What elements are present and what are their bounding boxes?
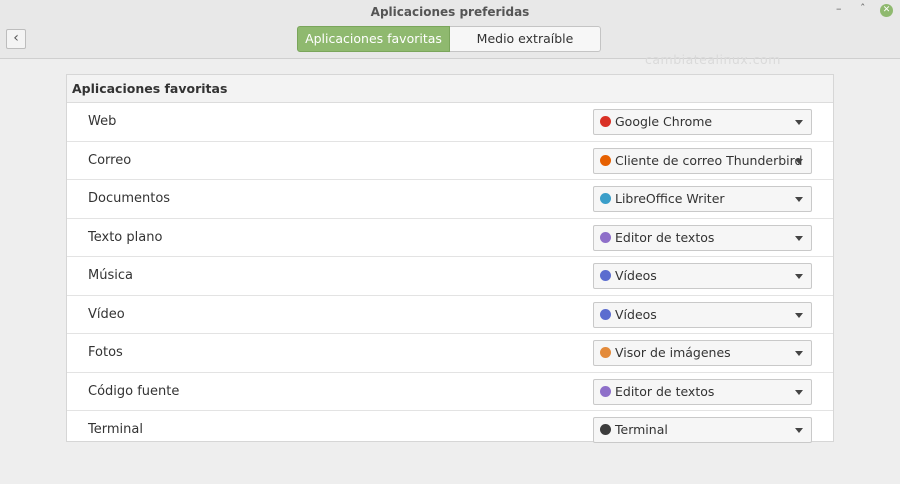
row-label: Texto plano [88, 229, 163, 245]
selected-app: Visor de imágenes [615, 345, 731, 360]
row-label: Música [88, 268, 133, 283]
chevron-down-icon [795, 389, 803, 395]
app-select[interactable]: Visor de imágenes [593, 340, 812, 366]
watermark: cambiatealinux.com [645, 52, 781, 67]
app-select[interactable]: Editor de textos [593, 378, 812, 405]
app-select[interactable]: LibreOffice Writer [593, 186, 812, 212]
image-viewer-icon [600, 347, 611, 358]
app-select[interactable]: Google Chrome [593, 109, 812, 135]
panel-header: Aplicaciones favoritas [67, 75, 833, 103]
chevron-down-icon [795, 235, 803, 241]
favorites-list: Web Google Chrome Correo Cliente de correo … [67, 103, 833, 449]
row-label: Documentos [88, 191, 171, 206]
app-select[interactable]: Cliente de correo Thunderbird [593, 147, 812, 174]
selected-app: Terminal [615, 422, 668, 437]
chevron-down-icon [795, 197, 803, 202]
chevron-down-icon [795, 158, 803, 164]
chevron-down-icon [795, 428, 803, 433]
row-label: Correo [88, 152, 132, 168]
maximize-icon[interactable]: ˆ [860, 2, 866, 15]
terminal-icon [600, 424, 611, 435]
list-item: Código fuente Editor de textos [67, 373, 833, 411]
list-item: Texto plano Editor de textos [67, 219, 833, 257]
back-button[interactable]: ‹ [6, 29, 26, 49]
row-label: Terminal [88, 422, 143, 437]
window-title: Aplicaciones preferidas [370, 5, 530, 19]
list-item: Terminal Terminal [67, 411, 833, 449]
tab-aplicaciones-favoritas[interactable]: Aplicaciones favoritas [297, 26, 450, 52]
list-item: Correo Cliente de correo Thunderbird [67, 142, 833, 180]
row-label: Web [88, 114, 117, 129]
favorites-panel: Aplicaciones favoritas Web Google Chrome C… [66, 74, 834, 443]
chevron-left-icon: ‹ [13, 30, 19, 46]
row-label: Vídeo [88, 306, 125, 322]
app-select[interactable]: Terminal [593, 417, 812, 443]
selected-app: Cliente de correo Thunderbird [615, 152, 803, 168]
text-editor-icon [600, 231, 611, 243]
close-icon[interactable]: ✕ [880, 4, 893, 17]
row-label: Código fuente [88, 383, 180, 399]
chevron-down-icon [795, 351, 803, 356]
text-editor-icon [600, 385, 611, 397]
app-select[interactable]: Editor de textos [593, 224, 812, 251]
chevron-down-icon [795, 312, 803, 318]
selected-app: Google Chrome [615, 114, 713, 129]
thunderbird-icon [600, 154, 611, 166]
selected-app: Editor de textos [615, 229, 715, 245]
selected-app: Vídeos [615, 306, 657, 322]
writer-icon [600, 193, 611, 204]
list-item: Web Google Chrome [67, 103, 833, 142]
selected-app: Vídeos [615, 268, 657, 283]
row-label: Fotos [88, 345, 123, 360]
title-bar: Aplicaciones preferidas – ˆ ✕ ‹ Aplicaci… [0, 0, 900, 59]
chrome-icon [600, 116, 611, 127]
videos-icon [600, 270, 611, 281]
list-item: Música Vídeos [67, 257, 833, 296]
tab-medio-extraible[interactable]: Medio extraíble [450, 26, 601, 52]
tab-bar: Aplicaciones favoritas Medio extraíble [297, 26, 601, 52]
app-select[interactable]: Vídeos [593, 301, 812, 328]
chevron-down-icon [795, 120, 803, 125]
minimize-icon[interactable]: – [836, 2, 842, 15]
list-item: Documentos LibreOffice Writer [67, 180, 833, 219]
list-item: Fotos Visor de imágenes [67, 334, 833, 373]
selected-app: Editor de textos [615, 383, 715, 399]
selected-app: LibreOffice Writer [615, 191, 725, 206]
videos-icon [600, 308, 611, 320]
chevron-down-icon [795, 274, 803, 279]
app-select[interactable]: Vídeos [593, 263, 812, 289]
list-item: Vídeo Vídeos [67, 296, 833, 334]
